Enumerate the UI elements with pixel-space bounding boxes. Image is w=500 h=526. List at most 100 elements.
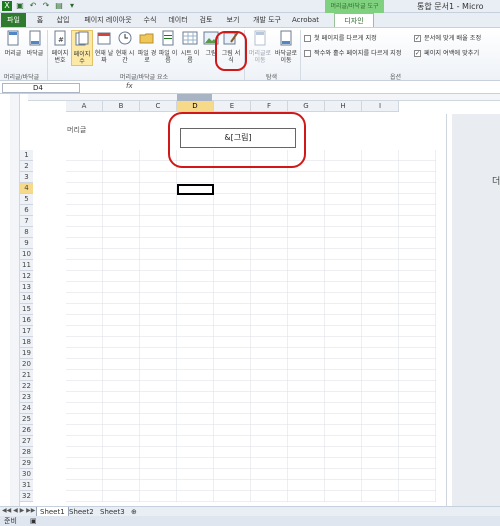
header-zone-label: 머리글 <box>67 126 87 134</box>
option-different-first-page[interactable]: 첫 페이지를 다르게 지정 <box>304 33 377 42</box>
group-separator <box>47 30 48 80</box>
tab-file[interactable]: 파일 <box>1 13 26 27</box>
redo-icon[interactable]: ↷ <box>41 1 51 11</box>
row-header[interactable]: 17 <box>20 326 33 337</box>
highlight-ring-format-picture <box>215 31 247 71</box>
row-header[interactable]: 14 <box>20 293 33 304</box>
option-scale-with-document[interactable]: ✓ 문서에 맞게 배율 조정 <box>414 33 481 42</box>
row-header[interactable]: 1 <box>20 150 33 161</box>
row-header[interactable]: 12 <box>20 271 33 282</box>
row-header[interactable]: 29 <box>20 458 33 469</box>
row-header[interactable]: 5 <box>20 194 33 205</box>
tab-data[interactable]: 데이터 <box>164 13 192 27</box>
header-button[interactable]: 머리글 <box>2 30 24 57</box>
current-date-button[interactable]: 현재 날짜 <box>93 30 115 64</box>
row-header[interactable]: 22 <box>20 381 33 392</box>
tab-design[interactable]: 디자인 <box>334 13 374 27</box>
tab-acrobat[interactable]: Acrobat <box>292 13 319 27</box>
row-header[interactable]: 19 <box>20 348 33 359</box>
row-header[interactable]: 10 <box>20 249 33 260</box>
column-header-f[interactable]: F <box>251 101 288 112</box>
sheet-nav-arrows-icon[interactable]: ◀◀ ◀ ▶ ▶▶ <box>2 507 35 514</box>
tab-insert[interactable]: 삽입 <box>52 13 74 27</box>
column-header-h[interactable]: H <box>325 101 362 112</box>
option-different-odd-even[interactable]: 짝수와 홀수 페이지를 다르게 지정 <box>304 48 402 57</box>
row-header[interactable]: 23 <box>20 392 33 403</box>
row-header[interactable]: 28 <box>20 447 33 458</box>
column-header-c[interactable]: C <box>140 101 177 112</box>
current-time-button[interactable]: 현재 시간 <box>114 30 136 64</box>
date-icon <box>97 32 111 45</box>
row-header[interactable]: 2 <box>20 161 33 172</box>
page-count-button[interactable]: 페이지 수 <box>71 30 93 66</box>
checkbox-checked[interactable]: ✓ <box>414 34 421 42</box>
sheet-tab-bar: ◀◀ ◀ ▶ ▶▶ Sheet1 Sheet2 Sheet3 ⊕ <box>0 506 500 517</box>
tab-page-layout[interactable]: 페이지 레이아웃 <box>80 13 136 27</box>
column-header-b[interactable]: B <box>103 101 140 112</box>
row-header[interactable]: 32 <box>20 491 33 502</box>
tab-developer[interactable]: 개발 도구 <box>250 13 284 27</box>
go-to-footer-button[interactable]: 바닥글로 이동 <box>274 30 298 64</box>
column-header-d[interactable]: D <box>177 101 214 112</box>
tab-review[interactable]: 검토 <box>196 13 216 27</box>
row-header[interactable]: 6 <box>20 205 33 216</box>
option-align-with-margins[interactable]: ✓ 페이지 여백에 맞추기 <box>414 48 479 57</box>
name-box[interactable]: D4 <box>2 83 80 93</box>
checkbox-checked[interactable]: ✓ <box>414 49 421 57</box>
group-label-options: 옵션 <box>390 74 402 81</box>
row-header[interactable]: 13 <box>20 282 33 293</box>
page-number-button[interactable]: # 페이지 번호 <box>49 30 71 64</box>
contextual-tab-title: 머리글/바닥글 도구 <box>325 0 384 13</box>
row-header[interactable]: 30 <box>20 469 33 480</box>
row-header[interactable]: 26 <box>20 425 33 436</box>
active-cell-d4[interactable] <box>177 184 214 195</box>
customize-qat-icon[interactable]: ▾ <box>67 1 77 11</box>
row-header[interactable]: 24 <box>20 403 33 414</box>
ribbon: 머리글 바닥글 머리글/바닥글 # 페이지 번호 페이지 수 현재 날짜 현재 … <box>0 27 500 81</box>
horizontal-ruler <box>28 94 500 101</box>
group-label-navigation: 탐색 <box>266 74 278 81</box>
row-header[interactable]: 16 <box>20 315 33 326</box>
row-header[interactable]: 27 <box>20 436 33 447</box>
sheet-name-icon <box>182 31 198 45</box>
macro-record-icon[interactable]: ▣ <box>30 516 37 526</box>
row-header[interactable]: 4 <box>20 183 33 194</box>
row-header[interactable]: 8 <box>20 227 33 238</box>
checkbox[interactable] <box>304 49 311 57</box>
tab-formulas[interactable]: 수식 <box>140 13 160 27</box>
row-header[interactable]: 3 <box>20 172 33 183</box>
row-header[interactable]: 25 <box>20 414 33 425</box>
column-header-g[interactable]: G <box>288 101 325 112</box>
row-header[interactable]: 18 <box>20 337 33 348</box>
column-header-a[interactable]: A <box>66 101 103 112</box>
row-header[interactable]: 11 <box>20 260 33 271</box>
row-header[interactable]: 7 <box>20 216 33 227</box>
group-label-elements: 머리글/바닥글 요소 <box>120 74 169 81</box>
sheet-name-button[interactable]: 시트 이름 <box>179 30 201 64</box>
row-header[interactable]: 9 <box>20 238 33 249</box>
save-icon[interactable]: ▣ <box>15 1 25 11</box>
header-icon <box>7 30 19 46</box>
go-to-header-icon <box>254 30 266 46</box>
cell-grid[interactable] <box>66 150 436 502</box>
group-label-header-footer: 머리글/바닥글 <box>4 74 40 81</box>
tab-view[interactable]: 보기 <box>222 13 244 27</box>
row-header[interactable]: 31 <box>20 480 33 491</box>
go-to-header-button[interactable]: 머리글로 이동 <box>248 30 272 64</box>
print-preview-icon[interactable]: ▤ <box>54 1 64 11</box>
file-name-button[interactable]: 파일 이름 <box>157 30 179 64</box>
document-title: 통합 문서1 - Micro <box>417 2 484 11</box>
tab-home[interactable]: 홈 <box>32 13 48 27</box>
undo-icon[interactable]: ↶ <box>28 1 38 11</box>
row-header[interactable]: 21 <box>20 370 33 381</box>
status-bar: 준비 ▣ <box>0 516 500 526</box>
footer-button[interactable]: 바닥글 <box>24 30 46 57</box>
column-header-e[interactable]: E <box>214 101 251 112</box>
checkbox[interactable] <box>304 34 311 42</box>
row-header[interactable]: 15 <box>20 304 33 315</box>
file-path-button[interactable]: 파일 경로 <box>136 30 158 64</box>
fx-icon[interactable]: fx <box>126 82 133 90</box>
row-header[interactable]: 20 <box>20 359 33 370</box>
title-bar: X ▣ ↶ ↷ ▤ ▾ 머리글/바닥글 도구 통합 문서1 - Micro <box>0 0 500 13</box>
column-header-i[interactable]: I <box>362 101 399 112</box>
